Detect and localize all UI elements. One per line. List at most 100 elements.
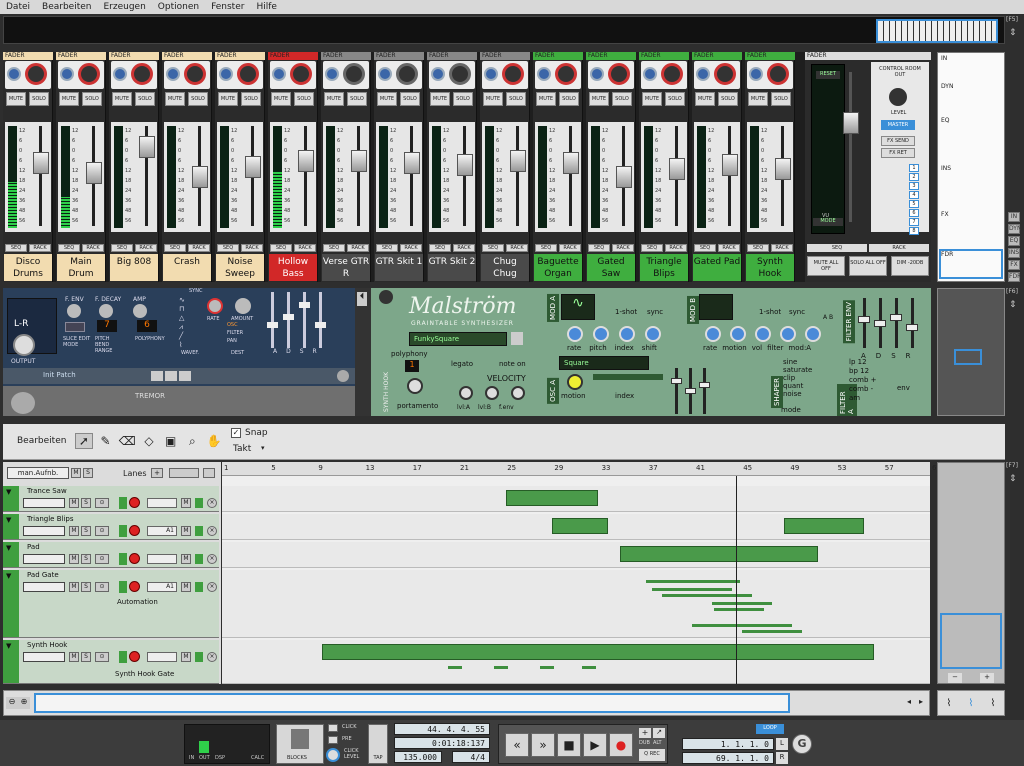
fx-number-button[interactable]: 4 xyxy=(909,191,919,199)
channel-fader[interactable] xyxy=(404,152,420,174)
delete-lane-icon[interactable] xyxy=(203,468,215,478)
menu-item-2[interactable]: Erzeugen xyxy=(103,2,145,12)
track-name[interactable]: Triangle Blips xyxy=(27,515,74,523)
channel-name[interactable]: Baguette Organ xyxy=(534,254,582,281)
master-solo-button[interactable]: S xyxy=(83,468,93,478)
pan-knob[interactable] xyxy=(714,63,736,85)
rewind-icon[interactable]: « xyxy=(505,733,529,757)
polyphony-display[interactable]: 6 xyxy=(137,320,157,332)
lane-mute-button[interactable]: M xyxy=(181,554,191,564)
signature-display[interactable]: 4/4 xyxy=(452,751,490,763)
fx-number-button[interactable]: 1 xyxy=(909,164,919,172)
seq-button[interactable]: SEQ xyxy=(482,244,504,252)
width-knob[interactable] xyxy=(113,67,127,81)
patch-browse-icon[interactable] xyxy=(511,332,523,345)
solo-button[interactable]: SOLO xyxy=(718,92,738,106)
master-mute-button[interactable]: M xyxy=(71,468,81,478)
seq-button[interactable]: SEQ xyxy=(376,244,398,252)
snap-value-select[interactable]: Takt xyxy=(233,444,251,454)
amp-knob[interactable] xyxy=(133,304,147,318)
program-select[interactable]: A1 xyxy=(147,582,177,592)
channel-fader[interactable] xyxy=(192,166,208,188)
shaper-sine[interactable]: sine xyxy=(783,358,833,366)
channel-fader[interactable] xyxy=(33,152,49,174)
channel-name[interactable]: Hollow Bass xyxy=(269,254,317,281)
program-select[interactable] xyxy=(147,652,177,662)
note-clip[interactable] xyxy=(552,518,608,534)
rack-navigator[interactable] xyxy=(937,288,1005,416)
fx-number-button[interactable]: 8 xyxy=(909,227,919,235)
ruler[interactable]: 15913172125293337414549535761 xyxy=(222,462,941,476)
fx-number-button[interactable]: 5 xyxy=(909,200,919,208)
filter-am[interactable]: am xyxy=(849,394,889,403)
master-fader[interactable] xyxy=(843,112,859,134)
mute-button[interactable]: MUTE xyxy=(642,92,662,106)
channel-name[interactable]: Big 808 xyxy=(110,254,158,281)
solo-button[interactable]: SOLO xyxy=(29,92,49,106)
mute-button[interactable]: MUTE xyxy=(6,92,26,106)
mute-button[interactable]: MUTE xyxy=(324,92,344,106)
solo-button[interactable]: SOLO xyxy=(400,92,420,106)
solo-button[interactable]: SOLO xyxy=(559,92,579,106)
channel-fader[interactable] xyxy=(86,162,102,184)
track-fold-icon[interactable]: ▼ xyxy=(6,642,11,650)
resize-icon[interactable]: ⇕ xyxy=(1009,300,1017,310)
track-solo-button[interactable]: S xyxy=(81,498,91,508)
filter-comb-minus[interactable]: comb - xyxy=(849,385,889,394)
master-seq-button[interactable]: SEQ xyxy=(807,244,867,252)
resize-icon[interactable]: ⇕ xyxy=(1009,474,1017,484)
link-icon[interactable]: ↗ xyxy=(653,728,665,738)
rack-button[interactable]: RACK xyxy=(29,244,51,252)
filter-env-sliders[interactable] xyxy=(857,298,927,348)
init-patch[interactable]: Init Patch xyxy=(43,371,76,379)
instrument-icon[interactable] xyxy=(23,526,65,536)
rack-button[interactable]: RACK xyxy=(559,244,581,252)
loop-left-display[interactable]: 1. 1. 1. 0 xyxy=(682,738,774,750)
patch-display[interactable]: FunkySquare xyxy=(409,332,507,346)
seq-button[interactable]: SEQ xyxy=(641,244,663,252)
lane-mute-button[interactable]: M xyxy=(181,526,191,536)
nav-section-label[interactable]: EQ xyxy=(941,117,950,124)
f-decay-knob[interactable] xyxy=(99,304,113,318)
scroll-right-icon[interactable]: ▸ xyxy=(919,697,929,709)
width-knob[interactable] xyxy=(219,67,233,81)
channel-name[interactable]: Synth Hook xyxy=(746,254,794,281)
seq-button[interactable]: SEQ xyxy=(694,244,716,252)
loop-right-display[interactable]: 69. 1. 1. 0 xyxy=(682,752,774,764)
width-knob[interactable] xyxy=(749,67,763,81)
program-select[interactable] xyxy=(147,498,177,508)
mute-button[interactable]: MUTE xyxy=(589,92,609,106)
waveform-medium-icon[interactable]: ⌇ xyxy=(969,698,974,709)
pan-knob[interactable] xyxy=(237,63,259,85)
mute-button[interactable]: MUTE xyxy=(218,92,238,106)
song-viewport-indicator[interactable] xyxy=(940,613,1002,669)
automation-clip[interactable] xyxy=(582,666,596,669)
track-name[interactable]: Synth Hook xyxy=(27,641,67,649)
scroll-left-icon[interactable]: ◂ xyxy=(907,697,917,709)
rack-button[interactable]: RACK xyxy=(718,244,740,252)
channel-name[interactable]: Chug Chug xyxy=(481,254,529,281)
solo-button[interactable]: SOLO xyxy=(135,92,155,106)
monitor-icon[interactable]: ⊙ xyxy=(95,582,109,592)
solo-button[interactable]: SOLO xyxy=(294,92,314,106)
mute-button[interactable]: MUTE xyxy=(748,92,768,106)
channel-fader[interactable] xyxy=(510,150,526,172)
solo-button[interactable]: SOLO xyxy=(82,92,102,106)
velocity-knobs[interactable] xyxy=(459,386,549,400)
razor-tool-icon[interactable]: ◇ xyxy=(140,434,158,448)
mod-b-one-shot[interactable]: 1-shot xyxy=(759,308,781,316)
magnify-tool-icon[interactable]: ⌕ xyxy=(184,434,202,449)
track-mute-button[interactable]: M xyxy=(69,554,79,564)
pre-toggle[interactable] xyxy=(328,736,338,744)
arrangement[interactable]: 15913172125293337414549535761 xyxy=(222,462,941,684)
nav-section-label[interactable]: INS xyxy=(941,165,951,172)
mixer-section-toggle[interactable]: FDR xyxy=(1008,272,1021,282)
groove-button[interactable]: G xyxy=(792,734,812,754)
mod-a-sync[interactable]: sync xyxy=(647,308,663,316)
mixer-section-toggle[interactable]: FX xyxy=(1008,260,1020,270)
pan-knob[interactable] xyxy=(184,63,206,85)
channel-fader[interactable] xyxy=(722,154,738,176)
mute-button[interactable]: MUTE xyxy=(536,92,556,106)
loop-left-button[interactable]: L xyxy=(776,738,788,750)
mute-all-off-button[interactable]: MUTE ALL OFF xyxy=(807,256,845,276)
